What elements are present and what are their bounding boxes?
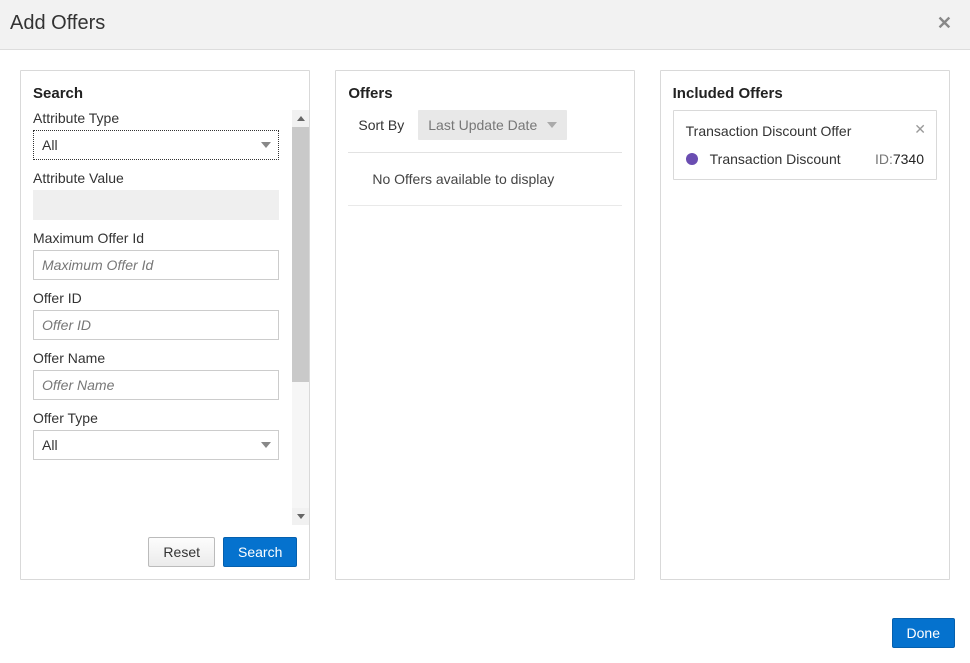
offer-type-value: All — [42, 437, 58, 453]
dialog-title: Add Offers — [10, 12, 105, 35]
offer-id-label: Offer ID — [33, 290, 279, 306]
included-id-value: 7340 — [893, 151, 924, 167]
sort-by-value: Last Update Date — [428, 117, 537, 133]
offer-type-label: Offer Type — [33, 410, 279, 426]
attribute-type-label: Attribute Type — [33, 110, 279, 126]
scroll-thumb[interactable] — [292, 127, 309, 382]
scrollbar[interactable] — [292, 110, 309, 525]
close-icon[interactable]: ✕ — [929, 13, 960, 34]
included-card-title: Transaction Discount Offer — [686, 123, 924, 139]
sort-by-select[interactable]: Last Update Date — [418, 110, 567, 140]
max-offer-id-label: Maximum Offer Id — [33, 230, 279, 246]
included-panel-title: Included Offers — [661, 71, 949, 110]
included-offers-panel: Included Offers ✕ Transaction Discount O… — [660, 70, 950, 580]
attribute-value-input[interactable] — [33, 190, 279, 220]
offer-name-label: Offer Name — [33, 350, 279, 366]
included-id-label: ID: — [875, 151, 893, 167]
remove-offer-icon[interactable]: ✕ — [914, 121, 926, 138]
offer-name-input[interactable] — [33, 370, 279, 400]
reset-button[interactable]: Reset — [148, 537, 215, 567]
done-button[interactable]: Done — [892, 618, 955, 648]
status-dot-icon — [686, 153, 698, 165]
offers-panel-title: Offers — [336, 71, 633, 110]
offers-empty-message: No Offers available to display — [348, 153, 621, 206]
max-offer-id-input[interactable] — [33, 250, 279, 280]
scroll-down-icon[interactable] — [292, 508, 309, 525]
included-offer-name: Transaction Discount — [710, 151, 863, 167]
search-panel: Search Attribute Type All Attribute — [20, 70, 310, 580]
included-offer-card: ✕ Transaction Discount Offer Transaction… — [673, 110, 937, 180]
attribute-type-value: All — [42, 137, 58, 153]
sort-by-label: Sort By — [358, 117, 404, 133]
offers-panel: Offers Sort By Last Update Date No Offer… — [335, 70, 634, 580]
attribute-value-label: Attribute Value — [33, 170, 279, 186]
scroll-up-icon[interactable] — [292, 110, 309, 127]
offer-type-select[interactable]: All — [33, 430, 279, 460]
search-panel-title: Search — [21, 71, 309, 110]
search-button[interactable]: Search — [223, 537, 297, 567]
attribute-type-select[interactable]: All — [33, 130, 279, 160]
offer-id-input[interactable] — [33, 310, 279, 340]
